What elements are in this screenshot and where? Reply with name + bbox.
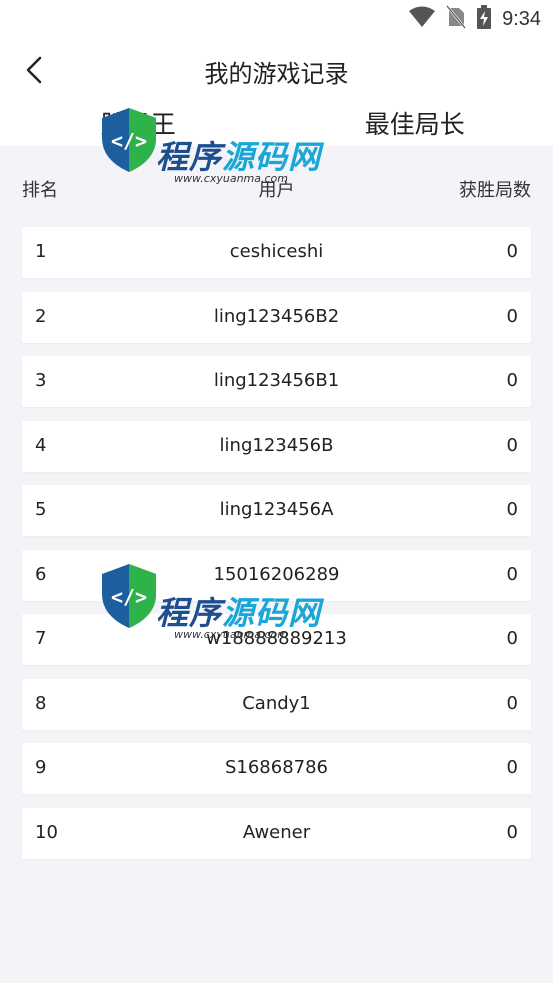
row-username: w18888889213 [206, 628, 347, 649]
row-wins: 0 [506, 370, 518, 391]
battery-charging-icon [476, 5, 492, 33]
row-username: Candy1 [242, 692, 311, 714]
list-item: 10 Awener 0 [22, 807, 531, 859]
row-username: ling123456B1 [213, 370, 340, 391]
top-bar: 9:34 我的游戏记录 胜场王 最佳局长 [0, 0, 553, 146]
list-item: 6 15016206289 0 [22, 549, 531, 601]
row-username: ling123456B [219, 434, 334, 456]
status-bar: 9:34 [0, 0, 553, 38]
row-wins: 0 [506, 757, 518, 778]
row-wins: 0 [506, 499, 518, 520]
row-username: ling123456A [219, 499, 334, 520]
row-wins: 0 [506, 434, 518, 456]
wifi-icon [408, 6, 436, 32]
tab-win-king[interactable]: 胜场王 [0, 104, 277, 146]
column-headers: 排名 用户 获胜局数 [0, 166, 553, 210]
row-username: 15016206289 [213, 563, 340, 585]
row-username: ceshiceshi [229, 241, 324, 262]
column-wins: 获胜局数 [459, 180, 531, 201]
row-wins: 0 [506, 628, 518, 649]
row-wins: 0 [506, 821, 518, 843]
list-item: 1 ceshiceshi 0 [22, 227, 531, 278]
ranking-list: 1 ceshiceshi 0 2 ling123456B2 0 3 ling123456B… [22, 227, 531, 872]
header: 我的游戏记录 [0, 44, 553, 96]
status-time: 9:34 [502, 7, 541, 30]
list-item: 2 ling123456B2 0 [22, 291, 531, 343]
list-item: 5 ling123456A 0 [22, 485, 531, 536]
row-username: S16868786 [224, 757, 329, 778]
list-item: 3 ling123456B1 0 [22, 356, 531, 407]
page-title: 我的游戏记录 [204, 60, 349, 88]
list-item: 8 Candy1 0 [22, 678, 531, 730]
row-username: Awener [242, 821, 311, 843]
row-wins: 0 [506, 305, 518, 327]
list-item: 9 S16868786 0 [22, 743, 531, 794]
no-sim-icon [446, 5, 467, 33]
tab-best-host[interactable]: 最佳局长 [277, 104, 553, 146]
list-item: 7 w18888889213 0 [22, 614, 531, 665]
tab-bar: 胜场王 最佳局长 [0, 104, 553, 146]
row-username: ling123456B2 [213, 305, 340, 327]
row-wins: 0 [506, 241, 518, 262]
row-wins: 0 [506, 692, 518, 714]
row-wins: 0 [506, 563, 518, 585]
list-item: 4 ling123456B 0 [22, 420, 531, 472]
